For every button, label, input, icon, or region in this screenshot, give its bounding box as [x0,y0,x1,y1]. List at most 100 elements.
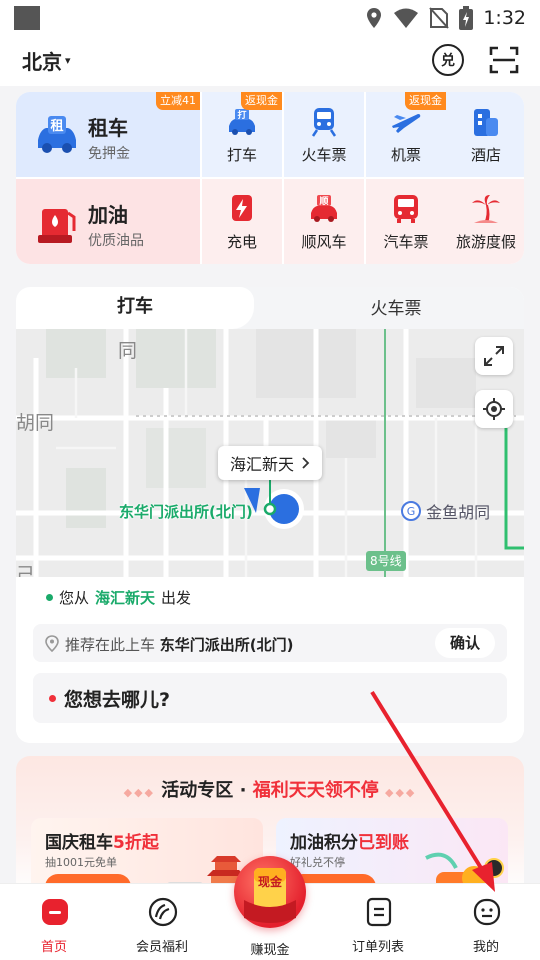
taxi-tabs: 打车 火车票 [16,287,524,329]
home-icon [42,899,68,925]
promo-title: 加油积分已到账 [290,828,409,853]
no-sim-icon [429,7,450,29]
train-label: 火车票 [301,146,347,164]
service-hotel[interactable]: 酒店 [446,92,524,177]
locate-button[interactable] [475,390,513,428]
metro-line-badge: 8号线 [366,551,406,571]
nav-member[interactable]: 会员福利 [108,884,216,960]
nav-profile-label: 我的 [472,940,499,955]
rent-car-title: 租车 [88,116,128,140]
service-fuel[interactable]: 加油 优质油品 [16,179,200,264]
taxi-label: 打车 [226,146,257,164]
nav-profile[interactable]: 我的 [432,884,540,960]
svg-text:G: G [407,505,416,518]
top-bar: 北京 ▾ 兑 [0,36,540,86]
wifi-icon [394,8,419,28]
nav-home-label: 首页 [40,940,67,955]
decor-right: ◆◆◆ [384,786,417,799]
nav-home[interactable]: 首页 [0,884,108,960]
service-carpool[interactable]: 顺 顺风车 [284,179,364,264]
origin-suffix: 出发 [161,589,192,607]
svg-text:打: 打 [237,109,246,121]
service-grid: 租 租车 免押金 立减41 加油 优质油品 打 打车 返现金 火车票 机票 返现… [16,92,524,264]
charging-icon [232,195,252,221]
service-bus[interactable]: 汽车票 [366,179,446,264]
nav-orders-label: 订单列表 [351,940,404,955]
metro-station: G 金鱼胡同 [401,499,490,523]
tab-taxi[interactable]: 打车 [16,287,254,329]
service-taxi[interactable]: 打 打车 返现金 [202,92,282,177]
redeem-icon[interactable]: 兑 [432,44,464,76]
carpool-label: 顺风车 [301,233,347,251]
origin-dot [46,594,53,601]
metro-icon: G [401,501,421,521]
trip-panel: 您从 海汇新天 出发 推荐在此上车 东华门派出所(北门) 确认 您想去哪儿? [16,577,524,743]
service-vacation[interactable]: 旅游度假 [446,179,524,264]
fuel-icon [38,209,76,243]
locate-icon [483,398,505,420]
service-flight[interactable]: 机票 返现金 [366,92,446,177]
promo-title-text: 国庆租车 [45,833,113,853]
fuel-subtitle: 优质油品 [88,233,144,249]
recommend-prefix: 推荐在此上车 [65,636,156,654]
map-street-label: 胡同 [16,412,55,434]
poi-bubble[interactable]: 海汇新天 [218,446,323,480]
rent-car-icon: 租 [38,116,76,153]
nav-orders[interactable]: 订单列表 [324,884,432,960]
tab-train[interactable]: 火车票 [316,287,476,329]
notification-icon [14,6,40,30]
taxi-icon: 打 [229,109,255,135]
map-view[interactable]: 同 胡同 己 海汇新天 东华门派出所(北门) G 金鱼胡同 8号线 [16,328,524,578]
red-envelope-icon: 现金 [244,868,296,923]
svg-text:租: 租 [50,119,63,134]
rent-car-badge: 立减41 [156,92,200,110]
destination-input[interactable]: 您想去哪儿? [33,673,507,723]
chevron-down-icon: ▾ [65,54,71,67]
promo-title-text: 加油积分 [290,833,358,853]
activity-title-highlight: 福利天天领不停 [252,780,379,801]
promo-subtitle: 抽1001元免单 [45,856,117,869]
battery-icon [459,6,474,30]
activity-title-main: 活动专区 [161,780,234,801]
scan-icon[interactable] [488,44,520,76]
bus-label: 汽车票 [383,233,429,251]
city-selector[interactable]: 北京 ▾ [22,46,71,75]
origin-row[interactable]: 您从 海汇新天 出发 [46,587,191,608]
carpool-icon: 顺 [311,195,337,222]
chevron-right-icon [302,457,310,469]
promo-title-highlight: 已到账 [358,833,409,853]
member-icon [148,897,178,927]
rent-car-subtitle: 免押金 [88,146,130,162]
location-icon [367,8,382,28]
status-bar: 1:32 [0,0,540,36]
service-charging[interactable]: 充电 [202,179,282,264]
charging-label: 充电 [226,233,257,251]
svg-text:顺: 顺 [319,196,328,207]
service-rent-car[interactable]: 租 租车 免押金 立减41 [16,92,200,177]
confirm-button[interactable]: 确认 [435,628,495,658]
flight-badge: 返现金 [405,92,446,110]
destination-placeholder: 您想去哪儿? [64,689,171,711]
recommended-pickup[interactable]: 推荐在此上车 东华门派出所(北门) 确认 [33,624,507,662]
pickup-point-label[interactable]: 东华门派出所(北门) [119,501,253,522]
redeem-icon-text: 兑 [441,53,455,69]
destination-dot [49,695,56,702]
svg-text:现金: 现金 [258,874,283,889]
origin-place: 海汇新天 [95,589,156,607]
decor-left: ◆◆◆ [123,786,156,799]
status-time: 1:32 [483,7,526,29]
service-train[interactable]: 火车票 [284,92,364,177]
bus-icon [394,195,418,223]
promo-title: 国庆租车5折起 [45,828,159,853]
vacation-label: 旅游度假 [455,233,516,251]
train-icon [311,108,337,137]
earn-cash-button[interactable]: 现金 [234,856,306,928]
poi-label: 海汇新天 [230,455,295,474]
fullscreen-button[interactable] [475,337,513,375]
vacation-icon [472,195,500,223]
map-street-label: 己 [16,564,36,578]
metro-station-label: 金鱼胡同 [426,503,491,522]
flight-label: 机票 [390,146,421,164]
hotel-label: 酒店 [470,146,501,164]
activity-title: ◆◆◆ 活动专区 · 福利天天领不停 ◆◆◆ [16,776,524,802]
